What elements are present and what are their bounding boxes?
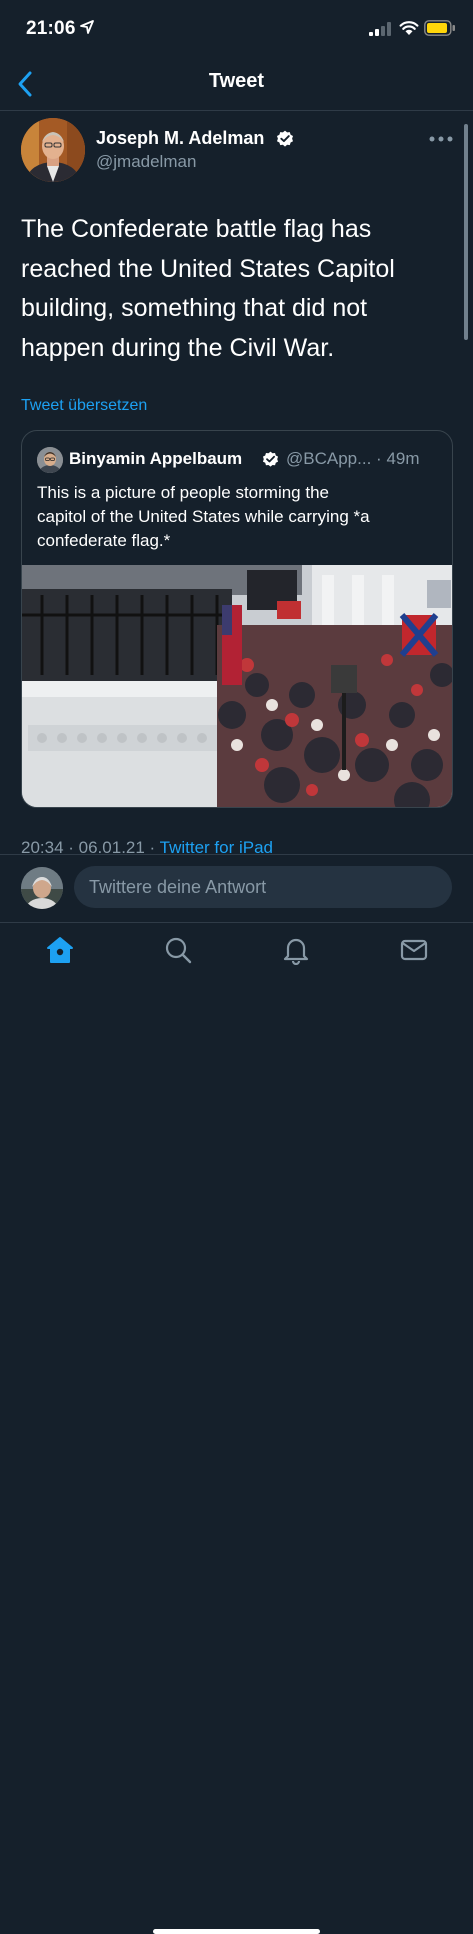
- quoted-author-avatar-image: [37, 447, 63, 473]
- tweet-text: The Confederate battle flag has reached …: [21, 210, 451, 368]
- status-bar: 21:06: [0, 0, 473, 58]
- quoted-author-handle: @BCApp...: [286, 449, 372, 468]
- quoted-author-name: Binyamin Appelbaum: [69, 449, 243, 468]
- search-icon[interactable]: [163, 935, 193, 965]
- home-icon[interactable]: [45, 935, 75, 965]
- reply-bar: Twittere deine Antwort: [0, 854, 473, 923]
- quoted-tweet-time: 49m: [386, 449, 420, 468]
- translate-tweet-link[interactable]: Tweet übersetzen: [21, 397, 147, 415]
- scroll-indicator[interactable]: [464, 124, 468, 340]
- tweet-text-line: building, something that did not: [21, 294, 368, 322]
- location-arrow-icon: [80, 20, 94, 34]
- user-avatar-image: [21, 867, 63, 909]
- messages-icon[interactable]: [399, 935, 429, 965]
- reply-input[interactable]: Twittere deine Antwort: [74, 866, 452, 908]
- tweet-text-line: The Confederate battle flag has: [21, 215, 372, 243]
- author-avatar-image: [21, 118, 85, 182]
- quoted-tweet-photo[interactable]: [22, 565, 453, 808]
- author-avatar[interactable]: [21, 118, 85, 182]
- quoted-verified-badge-icon: [262, 451, 279, 467]
- tweet-text-line: reached the United States Capitol: [21, 254, 395, 283]
- author-handle[interactable]: @jmadelman: [96, 152, 196, 172]
- author-name[interactable]: Joseph M. Adelman: [96, 128, 264, 149]
- battery-icon: [424, 20, 455, 36]
- verified-badge-icon: [277, 130, 293, 147]
- cellular-signal-icon: [369, 22, 391, 36]
- notifications-icon[interactable]: [281, 935, 311, 965]
- tab-bar: [0, 922, 473, 1934]
- navigation-bar: Tweet: [0, 58, 473, 111]
- quoted-text-line: capitol of the United States while carry…: [37, 507, 370, 526]
- wifi-icon: [399, 21, 419, 35]
- status-time: 21:06: [26, 18, 76, 39]
- page-title: Tweet: [208, 70, 265, 92]
- quoted-author-avatar: [37, 447, 63, 473]
- quoted-tweet-meta: @BCApp... · 49m: [286, 449, 420, 469]
- meta-separator: ·: [376, 449, 382, 468]
- home-indicator[interactable]: [153, 1929, 320, 1934]
- more-options-icon[interactable]: [428, 134, 454, 144]
- quoted-tweet-card[interactable]: Binyamin Appelbaum @BCApp... · 49m This …: [21, 430, 453, 808]
- quoted-text-line: This is a picture of people storming the: [37, 483, 329, 502]
- quoted-text-line: confederate flag.*: [37, 531, 171, 550]
- user-avatar[interactable]: [21, 867, 63, 909]
- quoted-tweet-text: This is a picture of people storming the…: [37, 481, 437, 553]
- tweet-text-line: happen during the Civil War.: [21, 333, 335, 362]
